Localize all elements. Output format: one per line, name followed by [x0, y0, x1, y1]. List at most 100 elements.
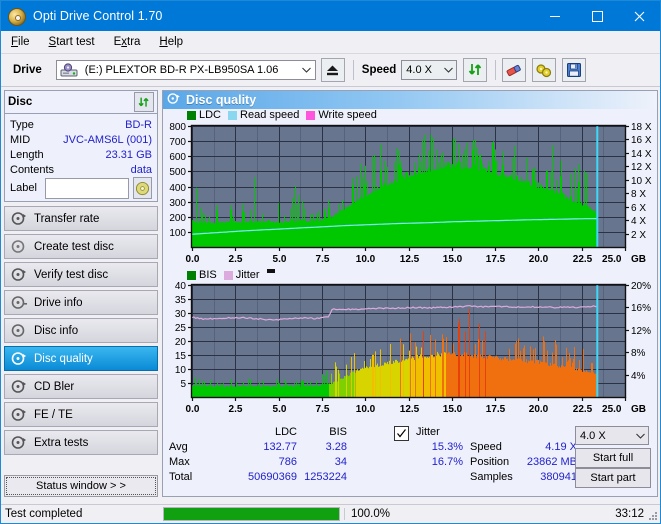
legend-swatch — [187, 270, 196, 280]
disc-label-key: Label — [10, 182, 37, 194]
legend-swatch — [187, 110, 196, 120]
ldc-chart[interactable]: LDC Read speed Write speed 100 200 300 400 500… — [163, 109, 657, 269]
ldc-chart-legend: LDC Read speed Write speed — [187, 109, 384, 121]
status-bar: Test completed 100.0% 33:12 — [1, 504, 660, 523]
disc-label-input[interactable] — [44, 177, 129, 199]
maximize-button[interactable] — [576, 1, 618, 31]
bitsetting-button[interactable] — [532, 58, 557, 82]
jitter-label: Jitter — [416, 426, 440, 438]
svg-text:700: 700 — [169, 137, 186, 148]
legend-label: BIS — [199, 269, 217, 281]
disc-label-apply-button[interactable] — [132, 177, 152, 199]
test-speed-select[interactable]: 4.0 X — [575, 426, 649, 445]
sidebar-item-cd-bler[interactable]: CD Bler — [4, 374, 158, 399]
progress-bar-fill — [164, 508, 339, 520]
disc-label-row: Label — [5, 177, 157, 201]
sidebar-item-verify-test-disc[interactable]: Verify test disc — [4, 262, 158, 287]
drive-select[interactable]: (E:) PLEXTOR BD-R PX-LB950SA 1.06 — [55, 60, 316, 80]
window-title: Opti Drive Control 1.70 — [33, 9, 163, 23]
sidebar: Disc Type BD-R MID JVC-AMS6L (001) Lengt… — [4, 90, 158, 497]
stats-position-label: Position — [470, 456, 510, 468]
sidebar-item-drive-info[interactable]: Drive info — [4, 290, 158, 315]
nav-list: Transfer rate Create test disc Verify te… — [4, 206, 158, 458]
jitter-checkbox[interactable] — [394, 426, 409, 441]
start-part-button[interactable]: Start part — [575, 468, 651, 488]
legend-label: Read speed — [240, 109, 300, 121]
menu-help-rest: elp — [167, 36, 184, 48]
legend-item: Jitter — [223, 269, 260, 281]
sidebar-item-extra-tests[interactable]: Extra tests — [4, 430, 158, 455]
svg-text:12.5: 12.5 — [400, 254, 420, 265]
minimize-button[interactable] — [534, 1, 576, 31]
svg-text:5.0: 5.0 — [273, 254, 287, 265]
legend-label: LDC — [199, 109, 222, 121]
svg-text:30: 30 — [175, 309, 187, 320]
menu-help[interactable]: Help — [159, 36, 183, 48]
sidebar-item-disc-info[interactable]: Disc info — [4, 318, 158, 343]
svg-text:20.0: 20.0 — [529, 254, 549, 265]
bis-jitter-chart[interactable]: BIS Jitter 5 10 15 20 25 30 35 40 4% 8% 12% 16% 20% 0.… — [163, 269, 657, 424]
svg-text:20: 20 — [175, 337, 187, 348]
svg-text:400: 400 — [169, 183, 186, 194]
svg-text:6 X: 6 X — [631, 203, 646, 214]
menu-extra[interactable]: Extra — [114, 36, 141, 48]
panel-header: Disc quality — [163, 91, 657, 109]
close-button[interactable] — [618, 1, 660, 31]
svg-text:10.0: 10.0 — [356, 254, 376, 265]
svg-text:10: 10 — [175, 365, 187, 376]
sidebar-item-label: Transfer rate — [34, 212, 100, 225]
stats-samples-label: Samples — [470, 471, 513, 483]
menu-start-test-rest: tart test — [56, 36, 95, 48]
chevron-down-icon — [632, 431, 648, 441]
legend-label: Write speed — [318, 109, 377, 121]
svg-text:10 X: 10 X — [631, 176, 652, 187]
start-full-button[interactable]: Start full — [575, 448, 651, 468]
svg-text:100: 100 — [169, 228, 186, 239]
status-window-button[interactable]: Status window > > — [4, 475, 158, 497]
cd-bler-icon — [11, 379, 28, 394]
stats-bis-total: 1253224 — [304, 471, 347, 483]
svg-text:20%: 20% — [631, 281, 651, 292]
disc-refresh-button[interactable] — [134, 92, 154, 112]
speed-select[interactable]: 4.0 X — [401, 60, 458, 80]
eject-button[interactable] — [320, 58, 345, 82]
svg-text:7.5: 7.5 — [316, 254, 330, 265]
sidebar-item-label: Verify test disc — [34, 268, 109, 281]
speed-label: Speed — [361, 64, 397, 76]
window-controls — [534, 1, 660, 31]
sidebar-item-transfer-rate[interactable]: Transfer rate — [4, 206, 158, 231]
save-button[interactable] — [562, 58, 587, 82]
sidebar-item-disc-quality[interactable]: Disc quality — [4, 346, 158, 371]
stats-position-value: 23862 MB — [526, 456, 577, 468]
disc-row-length-key: Length — [10, 148, 44, 161]
svg-text:GB: GB — [631, 404, 646, 415]
chevron-down-icon — [440, 65, 456, 75]
svg-text:5.0: 5.0 — [273, 404, 287, 415]
svg-text:18 X: 18 X — [631, 122, 652, 133]
sidebar-item-fe-te[interactable]: FE / TE — [4, 402, 158, 427]
menu-start-test[interactable]: Start test — [49, 36, 95, 48]
disc-quality-panel: Disc quality LDC Read speed Write speed 10… — [162, 90, 658, 497]
resize-grip-icon[interactable] — [648, 511, 658, 521]
speed-select-value: 4.0 X — [406, 64, 432, 76]
svg-text:2 X: 2 X — [631, 230, 646, 241]
sidebar-item-create-test-disc[interactable]: Create test disc — [4, 234, 158, 259]
stats-row-max: Max — [169, 456, 190, 468]
erase-button[interactable] — [502, 58, 527, 82]
fe-te-icon — [11, 407, 28, 422]
svg-text:17.5: 17.5 — [486, 254, 506, 265]
sidebar-item-label: FE / TE — [34, 408, 73, 421]
stats-speed-value: 4.19 X — [545, 441, 577, 453]
svg-text:2.5: 2.5 — [229, 254, 243, 265]
disc-panel-title: Disc — [8, 96, 33, 108]
stats-speed-label: Speed — [470, 441, 502, 453]
svg-text:300: 300 — [169, 198, 186, 209]
menu-file[interactable]: File — [11, 36, 30, 48]
disc-info-panel: Disc Type BD-R MID JVC-AMS6L (001) Lengt… — [4, 90, 158, 202]
legend-item: Read speed — [228, 109, 299, 121]
stats-samples-value: 380941 — [540, 471, 577, 483]
refresh-drive-button[interactable] — [463, 58, 488, 82]
legend-swatch — [228, 110, 238, 120]
stats-ldc-avg: 132.77 — [263, 441, 297, 453]
